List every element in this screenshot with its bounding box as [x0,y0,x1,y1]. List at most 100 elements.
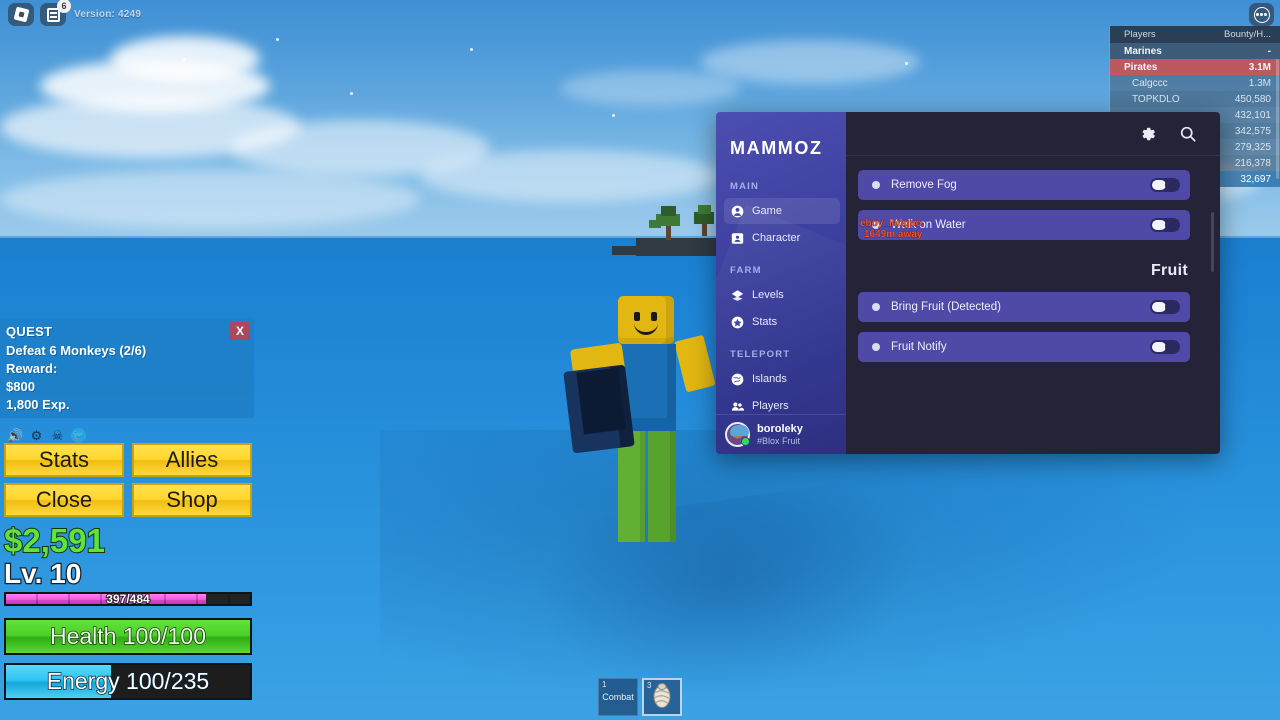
toggle-label: Fruit Notify [891,341,947,353]
sidebar-item-stats[interactable]: Stats [716,311,846,333]
leaderboard-col-players: Players [1124,29,1156,40]
layers-icon [730,288,744,302]
toggle-fruit-notify[interactable]: Fruit Notify [858,332,1190,362]
gui-user-name: boroleky [757,423,803,435]
avatar [725,422,750,447]
energy-bar: Energy 100/235 [4,663,252,700]
gui-navigation: MAIN Game Character FARM Levels Stats TE… [716,159,846,414]
roblox-logo-icon [13,6,29,23]
quest-panel: QUEST X Defeat 6 Monkeys (2/6) Reward: $… [0,318,254,418]
health-bar-label: Health 100/100 [49,622,207,650]
quest-reward-label: Reward: [6,361,58,376]
leaderboard-header: Players Bounty/H... [1110,26,1280,43]
twitter-icon[interactable]: 🐦 [71,428,86,443]
gui-toolbar [846,112,1220,156]
exp-bar-label: 397/484 [105,591,150,607]
toggle-bullet-icon [872,181,880,189]
health-bar: Health 100/100 [4,618,252,655]
game-screenshot: 6 Version: 4249 Players Bounty/H... Mari… [0,0,1280,720]
quest-reward-exp: 1,800 Exp. [6,397,70,412]
shell-icon [650,682,674,713]
hotbar-slot-1[interactable]: 1 Combat [598,678,638,716]
notification-badge: 6 [57,0,71,13]
gui-main-panel: Remove Fog Walk on Water Fruit Bring Fru… [846,112,1220,454]
nametag-distance: 1649m away [864,228,923,240]
nametag-name: eboy_langpo [860,218,922,229]
roblox-topbar: 6 Version: 4249 [8,0,141,26]
player-bounty: 450,580 [1234,93,1271,105]
sidebar-item-islands[interactable]: Islands [716,368,846,390]
hud-button-grid: Stats Allies Close Shop [4,443,254,517]
toggle-remove-fog[interactable]: Remove Fog [858,170,1190,200]
hotbar-slot-label: Combat [602,692,634,702]
star-circle-icon [730,315,744,329]
gui-content-area: Remove Fog Walk on Water Fruit Bring Fru… [846,156,1220,454]
section-header-fruit: Fruit [1150,262,1188,279]
more-options-button[interactable] [1249,3,1274,26]
close-button[interactable]: Close [4,483,124,517]
player-avatar [556,296,716,556]
sidebar-item-label: Game [752,205,782,217]
exp-bar: 397/484 [4,591,252,607]
roblox-menu-button[interactable]: 6 [40,0,71,26]
gear-icon[interactable]: ⚙ [29,428,44,443]
avatar-left-sleeve-inner [576,367,626,435]
team-name: Pirates [1124,61,1158,73]
roblox-topbar-right [1249,3,1274,26]
team-value: - [1267,45,1271,57]
toggle-switch[interactable] [1150,300,1180,314]
quest-objective: Defeat 6 Monkeys (2/6) [6,343,147,358]
sidebar-item-label: Stats [752,316,778,328]
toggle-switch[interactable] [1150,218,1180,232]
people-icon [730,399,744,413]
player-bounty: 342,575 [1234,125,1271,137]
search-icon[interactable] [1179,125,1197,143]
nav-section-teleport: TELEPORT [730,349,791,360]
toggle-label: Remove Fog [891,179,957,191]
allies-button[interactable]: Allies [132,443,252,477]
avatar-head [618,296,674,344]
user-circle-icon [730,204,744,218]
shop-button[interactable]: Shop [132,483,252,517]
money-display: $2,591 [3,521,106,560]
roblox-logo-button[interactable] [8,3,34,26]
portrait-icon [730,231,744,245]
hotbar-slot-3[interactable]: 3 [642,678,682,716]
gui-brand-title: MAMMOZ [730,138,823,158]
player-name: Calgccc [1132,77,1168,89]
player-name: TOPKDLO [1132,93,1180,105]
nav-section-main: MAIN [730,181,760,192]
gui-user-profile[interactable]: boroleky #Blox Fruit [716,414,846,454]
leaderboard-player-row[interactable]: TOPKDLO 450,580 [1110,91,1280,107]
toggle-switch[interactable] [1150,178,1180,192]
leaderboard-team-row: Pirates 3.1M [1110,59,1280,75]
quest-icon-row: 🔊 ⚙ ☠ 🐦 [7,428,86,443]
level-display: Lv. 10 [3,557,83,591]
leaderboard-scrollbar[interactable] [1276,59,1279,179]
skull-crossbones-icon[interactable]: ☠ [50,428,65,443]
gear-icon[interactable] [1139,125,1157,143]
leaderboard-col-bounty: Bounty/H... [1224,29,1271,40]
sound-icon[interactable]: 🔊 [7,428,23,443]
globe-icon [730,372,744,386]
leaderboard-team-row: Marines - [1110,43,1280,59]
quest-title: QUEST [6,324,53,339]
toggle-bullet-icon [872,343,880,351]
leaderboard-player-row[interactable]: Calgccc 1.3M [1110,75,1280,91]
sidebar-item-character[interactable]: Character [716,227,846,249]
more-options-icon [1253,6,1270,23]
stats-button[interactable]: Stats [4,443,124,477]
sidebar-item-players[interactable]: Players [716,395,846,414]
quest-close-button[interactable]: X [230,322,250,340]
toggle-bring-fruit[interactable]: Bring Fruit (Detected) [858,292,1190,322]
sidebar-item-levels[interactable]: Levels [716,284,846,306]
sidebar-item-game[interactable]: Game [716,198,846,224]
toggle-label: Bring Fruit (Detected) [891,301,1001,313]
gui-scrollbar[interactable] [1211,212,1214,272]
avatar-eye-left [634,312,640,321]
player-bounty: 216,378 [1234,157,1271,169]
avatar-smile [634,322,658,335]
toggle-switch[interactable] [1150,340,1180,354]
energy-bar-label: Energy 100/235 [46,667,210,695]
team-name: Marines [1124,45,1162,57]
